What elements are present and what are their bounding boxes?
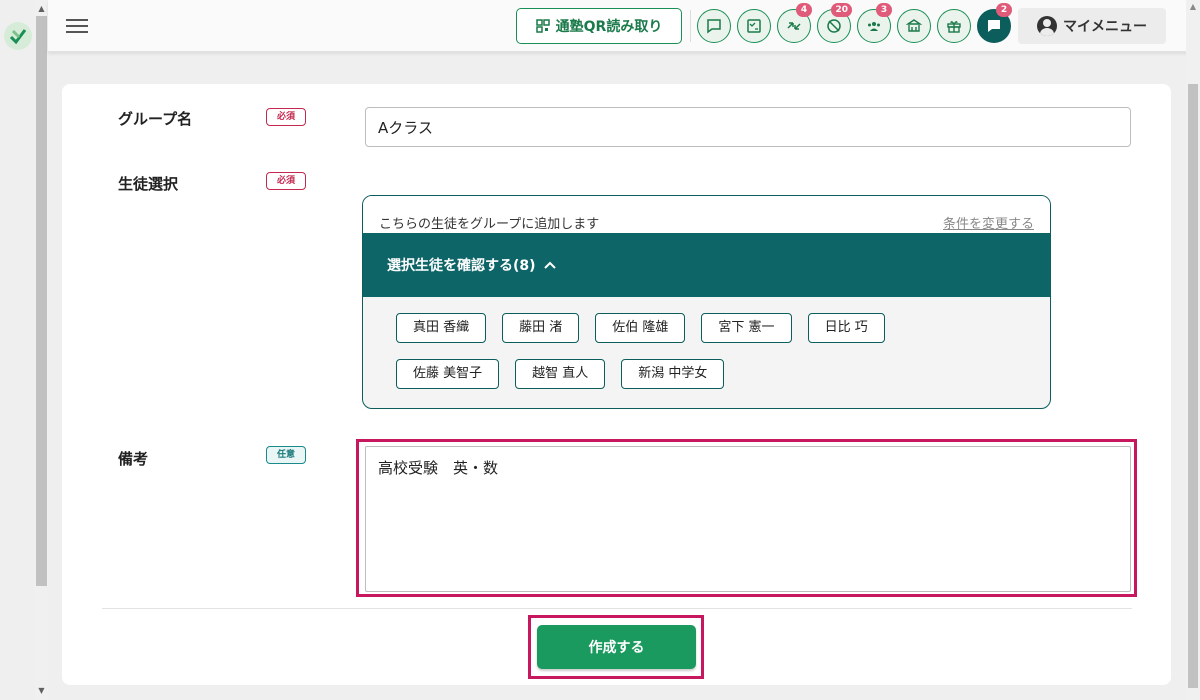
chevron-up-icon: [543, 261, 556, 269]
toggle-label: 選択生徒を確認する(8): [387, 258, 536, 274]
chat-button[interactable]: [697, 9, 731, 43]
form-divider: [102, 608, 1132, 609]
school-button[interactable]: [897, 9, 931, 43]
left-scrollbar[interactable]: ▲ ▼: [35, 0, 48, 700]
required-badge: 必須: [266, 108, 306, 126]
gift-icon: [947, 21, 961, 33]
required-badge: 必須: [266, 172, 306, 190]
group-badge: 3: [876, 3, 892, 17]
student-chip: 佐藤 美智子: [396, 359, 500, 389]
gift-button[interactable]: [937, 9, 971, 43]
attendance-icon: [827, 19, 841, 33]
app-logo-icon[interactable]: [4, 22, 32, 50]
panel-description: こちらの生徒をグループに追加します: [379, 217, 600, 232]
group-button[interactable]: 3: [857, 3, 892, 43]
message-button[interactable]: 2: [977, 3, 1012, 43]
checklist-button[interactable]: [737, 9, 771, 43]
scroll-up-arrow-icon[interactable]: ▲: [36, 2, 47, 16]
confirm-selected-students-toggle[interactable]: 選択生徒を確認する(8): [363, 233, 1050, 297]
school-building-icon: [906, 19, 922, 32]
checklist-icon: [747, 19, 761, 33]
right-scrollbar[interactable]: ▲: [1186, 0, 1200, 700]
student-chip: 佐伯 隆雄: [595, 313, 686, 343]
student-select-label: 生徒選択: [118, 175, 179, 193]
account-circle-icon: [1037, 16, 1057, 36]
my-menu-button[interactable]: マイメニュー: [1018, 8, 1166, 44]
scrollbar-thumb[interactable]: [1188, 84, 1198, 688]
qr-code-icon: [535, 19, 550, 33]
group-name-input[interactable]: [365, 107, 1131, 147]
group-form-card: グループ名 必須 生徒選択 必須 こちらの生徒をグループに追加します 条件を変更…: [62, 84, 1171, 685]
student-select-panel: こちらの生徒をグループに追加します 条件を変更する 選択生徒を確認する(8) 真…: [362, 195, 1051, 409]
group-name-label: グループ名: [118, 110, 193, 128]
scroll-up-arrow-icon[interactable]: ▲: [1188, 2, 1198, 14]
selected-students-list: 真田 香織 藤田 渚佐伯 隆雄 宮下 憲一 日比 巧 佐藤 美智子 越智 直人 新潟 中学…: [363, 297, 1050, 405]
attendance-badge: 20: [831, 3, 852, 17]
qr-scan-button[interactable]: 通塾QR読み取り: [516, 8, 682, 44]
top-header: 通塾QR読み取り 4 20 3 2 マイメニュー: [48, 0, 1200, 52]
hamburger-menu-icon[interactable]: [66, 16, 88, 36]
transfer-button[interactable]: 4: [777, 3, 812, 43]
message-badge: 2: [996, 3, 1012, 17]
memo-textarea[interactable]: 高校受験 英・数: [365, 446, 1131, 592]
chat-bubble-icon: [707, 19, 721, 34]
change-condition-link[interactable]: 条件を変更する: [943, 213, 1034, 232]
student-chip: 越智 直人: [515, 359, 606, 389]
optional-badge: 任意: [266, 446, 306, 464]
qr-scan-label: 通塾QR読み取り: [555, 19, 663, 35]
student-chip: 藤田 渚: [502, 313, 580, 343]
transfer-badge: 4: [796, 3, 812, 17]
attendance-button[interactable]: 20: [817, 3, 852, 43]
create-button[interactable]: 作成する: [537, 625, 696, 669]
my-menu-label: マイメニュー: [1063, 19, 1147, 35]
left-rail: ▲ ▼: [0, 0, 48, 700]
message-icon: [988, 20, 1000, 32]
scroll-down-arrow-icon[interactable]: ▼: [36, 684, 47, 698]
student-chip: 真田 香織: [396, 313, 487, 343]
scrollbar-thumb[interactable]: [36, 16, 47, 586]
transfer-arrows-icon: [787, 22, 801, 30]
student-chip: 宮下 憲一: [701, 313, 792, 343]
memo-label: 備考: [118, 450, 149, 468]
student-chip: 新潟 中学女: [621, 359, 725, 389]
group-people-icon: [868, 22, 880, 31]
student-chip: 日比 巧: [807, 313, 885, 343]
header-divider: [690, 10, 691, 42]
